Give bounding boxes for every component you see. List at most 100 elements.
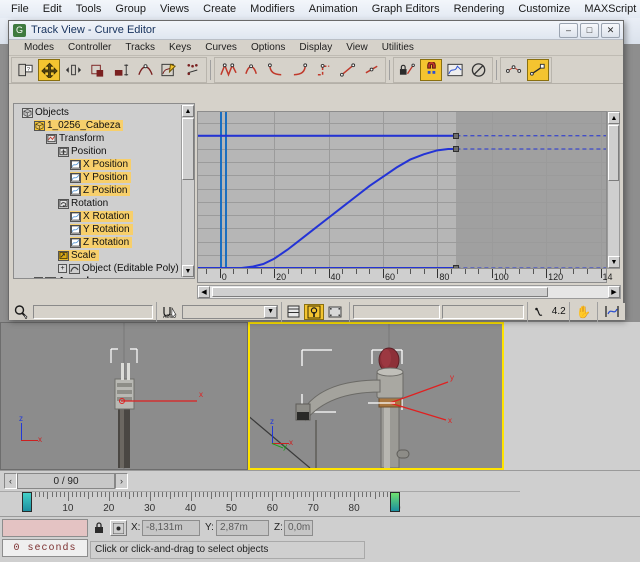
tree-item-objects[interactable]: Objects [16,106,180,119]
app-menu-group[interactable]: Group [108,2,153,16]
viewport-right[interactable]: y x zxy [248,322,504,470]
tree-scroll-thumb[interactable] [182,118,194,180]
graph-scroll-down-icon[interactable]: ▼ [608,256,620,268]
viewport-left[interactable]: x zx [0,322,248,470]
track-view-menu-tracks[interactable]: Tracks [118,42,162,53]
scale-values-icon[interactable] [110,59,132,81]
zoom-horizontal-icon[interactable] [601,304,623,319]
time-slider[interactable] [22,492,32,512]
tree-item-y-position[interactable]: Y Position [16,171,180,184]
parameter-curve-ooR-icon[interactable] [444,59,466,81]
track-view-menu-modes[interactable]: Modes [17,42,61,53]
track-view-menu-keys[interactable]: Keys [162,42,198,53]
frame-display[interactable]: ‹ 0 / 90 › [4,473,128,489]
graph-vertical-scrollbar[interactable]: ▲ ▼ [607,111,620,269]
time-field[interactable] [2,519,88,537]
track-view-menu-curves[interactable]: Curves [198,42,244,53]
tree-item-z-rotation[interactable]: Z Rotation [16,236,180,249]
lock-tangents-icon[interactable] [396,59,418,81]
curve-curve-s-ease[interactable] [220,149,457,268]
move-keys-icon[interactable] [38,59,60,81]
tree-item-scale[interactable]: Scale [16,249,180,262]
timeline-ruler[interactable]: 102030405060708090 [0,491,520,517]
absolute-mode-transform-icon[interactable] [110,520,127,536]
scale-keys-icon[interactable] [86,59,108,81]
track-name-field[interactable] [33,305,153,319]
lock-selection-icon[interactable] [92,521,106,535]
tree-scrollbar[interactable]: ▲ ▼ [181,105,193,277]
chevron-down-icon[interactable]: ▼ [264,306,277,318]
track-view-menu-controller[interactable]: Controller [61,42,118,53]
app-menu-rendering[interactable]: Rendering [447,2,512,16]
app-menu-edit[interactable]: Edit [36,2,69,16]
function-curve-canvas[interactable] [197,111,607,269]
snap-frames-icon[interactable] [420,59,442,81]
hscroll-thumb[interactable] [212,287,548,297]
tangent-smooth-icon[interactable] [361,59,383,81]
previous-frame-arrow[interactable]: ‹ [4,473,17,489]
y-coord-field[interactable]: 2,87m [216,520,269,536]
track-selection-dropdown[interactable]: ▼ [182,305,279,319]
hscroll-right-icon[interactable]: ▶ [608,286,620,298]
tangent-step-icon[interactable] [313,59,335,81]
z-coord-field[interactable]: 0,0m [284,520,313,536]
tree-item-transform[interactable]: Transform [16,132,180,145]
app-menu-file[interactable]: File [4,2,36,16]
tree-expander-icon[interactable]: + [34,277,43,279]
tree-item-position[interactable]: Position [16,145,180,158]
track-view-menu-options[interactable]: Options [244,42,292,53]
tree-item-y-rotation[interactable]: Y Rotation [16,223,180,236]
key-stat-left-field[interactable] [353,305,440,319]
track-view-titlebar[interactable]: G Track View - Curve Editor –□✕ [9,21,623,40]
pan-hand-icon[interactable]: ✋ [573,304,595,319]
track-view-menu-display[interactable]: Display [292,42,339,53]
abc-pick-icon[interactable]: ABC [160,304,182,319]
frames-strip-icon[interactable] [326,304,346,320]
app-menu-views[interactable]: Views [153,2,196,16]
graph-scroll-up-icon[interactable]: ▲ [608,112,620,124]
frames-toggle-icon[interactable] [285,304,303,319]
tangent-fast-icon[interactable] [265,59,287,81]
animation-key[interactable] [453,146,459,152]
show-selected-key-stats-icon[interactable] [527,59,549,81]
app-menu-graph-editors[interactable]: Graph Editors [365,2,447,16]
tangent-slow-icon[interactable] [289,59,311,81]
tangent-custom-icon[interactable] [241,59,263,81]
filters-icon[interactable]: ? [14,59,36,81]
controller-tree[interactable]: Objects1_0256_CabezaTransformPositionX P… [13,103,195,279]
tree-item-x-rotation[interactable]: X Rotation [16,210,180,223]
tree-item-object-editable-poly-[interactable]: +Object (Editable Poly) [16,262,180,275]
reduce-keys-icon[interactable] [182,59,204,81]
app-menu-maxscript[interactable]: MAXScript [577,2,640,16]
scroll-up-icon[interactable]: ▲ [182,105,194,117]
app-menu-modifiers[interactable]: Modifiers [243,2,302,16]
graph-horizontal-scrollbar[interactable]: ◀ ▶ [197,285,621,299]
show-keyable-icon[interactable] [503,59,525,81]
tangent-auto-icon[interactable] [217,59,239,81]
app-menu-customize[interactable]: Customize [511,2,577,16]
x-coord-field[interactable]: -8,131m [142,520,200,536]
add-keys-icon[interactable] [134,59,156,81]
tree-expander-icon[interactable]: + [58,264,67,273]
app-menu-tools[interactable]: Tools [69,2,109,16]
zoom-region-icon[interactable] [11,304,31,319]
tree-item-x-position[interactable]: X Position [16,158,180,171]
maximize-button[interactable]: □ [580,23,599,38]
track-view-menu-view[interactable]: View [339,42,375,53]
tree-item-z-position[interactable]: Z Position [16,184,180,197]
draw-curves-icon[interactable] [158,59,180,81]
show-tangents-off-icon[interactable] [468,59,490,81]
app-menu-create[interactable]: Create [196,2,243,16]
key-stat-right-field[interactable] [442,305,524,319]
graph-scroll-thumb[interactable] [608,125,619,181]
frame-axis-ruler[interactable]: 02040608010012014 [197,269,607,283]
tree-item-aguada[interactable]: +Aguada [16,275,180,279]
frame-counter[interactable]: 0 / 90 [17,473,115,489]
track-view-menu-utilities[interactable]: Utilities [375,42,421,53]
tree-item-rotation[interactable]: Rotation [16,197,180,210]
tree-item-1-0256-cabeza[interactable]: 1_0256_Cabeza [16,119,180,132]
next-frame-arrow[interactable]: › [115,473,128,489]
scroll-down-icon[interactable]: ▼ [182,265,194,277]
animation-key[interactable] [453,133,459,139]
key-mode-toggle-icon[interactable] [304,304,324,320]
